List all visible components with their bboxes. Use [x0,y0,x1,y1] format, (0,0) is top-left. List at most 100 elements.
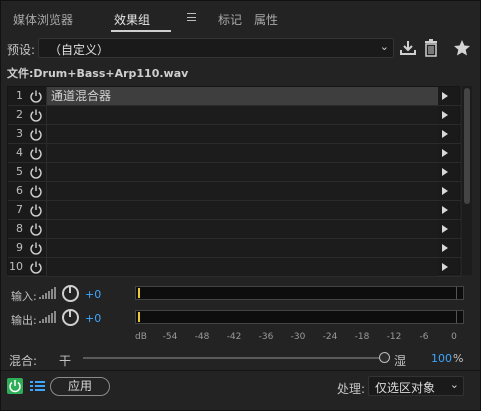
db-tick: -12 [386,332,402,342]
effect-slot[interactable] [46,106,438,124]
power-icon[interactable] [29,222,43,236]
db-tick: -42 [226,332,242,342]
slot-number: 3 [16,127,23,140]
active-tab-indicator [111,30,171,32]
list-view-icon[interactable] [29,378,46,394]
effect-slot[interactable] [46,144,438,162]
tab-properties[interactable]: 属性 [254,11,278,28]
rack-slot-row[interactable]: 5 [8,163,461,182]
power-icon[interactable] [29,184,43,198]
db-tick: -36 [258,332,274,342]
power-icon[interactable] [29,127,43,141]
rack-slot-row[interactable]: 3 [8,125,461,144]
slot-number: 7 [16,203,23,216]
slot-menu-arrow-icon[interactable] [442,168,448,176]
meter-peak-marker [138,312,140,322]
chevron-down-icon: ⌄ [449,378,459,391]
tab-media-browser[interactable]: 媒体浏览器 [13,11,73,28]
star-icon [454,40,470,56]
favorite-button[interactable] [452,38,472,58]
meter-peak-marker [138,288,140,298]
power-icon[interactable] [29,89,43,103]
power-icon[interactable] [29,108,43,122]
rack-slot-row[interactable]: 8 [8,220,461,239]
input-level-meter [135,286,464,300]
slot-menu-arrow-icon[interactable] [442,244,448,252]
rack-slot-row[interactable]: 10 [8,258,461,277]
process-dropdown[interactable]: 仅选区对象 ⌄ [368,376,464,396]
meter-clip-marker [456,311,457,323]
rack-slot-row[interactable]: 6 [8,182,461,201]
rack-slot-row[interactable]: 4 [8,144,461,163]
db-tick: -48 [194,332,210,342]
power-icon[interactable] [29,241,43,255]
db-tick: dB [135,332,147,342]
effects-rack-panel: 媒体浏览器 效果组 标记 属性 预设: （自定义） ⌄ 文件:Drum+Bass… [0,0,481,411]
mix-slider-thumb[interactable] [379,352,390,363]
mix-value[interactable]: 100 [431,352,452,365]
output-gain-value[interactable]: +0 [85,312,101,325]
panel-menu-icon[interactable] [187,13,196,21]
tab-markers[interactable]: 标记 [218,11,242,28]
slot-number: 9 [16,241,23,254]
preset-label: 预设: [7,43,36,57]
mix-wet-label: 湿 [394,354,407,368]
db-tick: -6 [419,332,429,342]
rack-scrollbar[interactable] [462,86,472,275]
slot-number: 4 [16,146,23,159]
slot-number: 8 [16,222,23,235]
output-label: 输出: [11,314,37,327]
signal-level-icon [39,311,56,323]
process-value: 仅选区对象 [375,381,436,395]
input-gain-knob[interactable] [62,285,79,302]
power-icon[interactable] [29,146,43,160]
slot-menu-arrow-icon[interactable] [442,187,448,195]
slot-number: 5 [16,165,23,178]
tab-effects-rack[interactable]: 效果组 [114,11,150,28]
slot-menu-arrow-icon[interactable] [442,130,448,138]
db-scale: dB -54 -48 -42 -36 -30 -24 -18 -12 -6 0 [135,332,464,346]
slot-menu-arrow-icon[interactable] [442,263,448,271]
effect-slot[interactable] [46,258,438,276]
scrollbar-thumb[interactable] [464,88,470,204]
trash-icon [425,39,437,57]
signal-level-icon [39,287,56,299]
rack-power-toggle[interactable] [7,378,23,394]
power-icon[interactable] [29,165,43,179]
effect-slot[interactable]: 通道混合器 [46,87,438,105]
power-icon[interactable] [29,260,43,274]
save-preset-button[interactable] [398,38,418,58]
slot-menu-arrow-icon[interactable] [442,149,448,157]
effect-slot[interactable] [46,163,438,181]
effect-slot[interactable] [46,220,438,238]
slot-number: 1 [16,89,23,102]
preset-dropdown[interactable]: （自定义） ⌄ [38,38,394,58]
rack-slot-row[interactable]: 1 通道混合器 [8,87,461,106]
slot-menu-arrow-icon[interactable] [442,225,448,233]
effect-slot[interactable] [46,239,438,257]
rack-slot-row[interactable]: 9 [8,239,461,258]
input-label: 输入: [11,290,37,303]
db-tick: -18 [354,332,370,342]
db-tick: -24 [322,332,338,342]
mix-slider-track[interactable] [83,357,383,359]
input-gain-value[interactable]: +0 [85,288,101,301]
process-label: 处理: [337,382,366,396]
apply-button[interactable]: 应用 [50,377,110,396]
meter-clip-marker [456,287,457,299]
delete-preset-button[interactable] [421,38,441,58]
power-icon[interactable] [29,203,43,217]
output-gain-knob[interactable] [62,309,79,326]
file-name: 文件:Drum+Bass+Arp110.wav [7,67,189,80]
effect-slot[interactable] [46,125,438,143]
effect-slot[interactable] [46,182,438,200]
chevron-down-icon: ⌄ [379,40,389,53]
rack-slot-row[interactable]: 7 [8,201,461,220]
slot-menu-arrow-icon[interactable] [442,92,448,100]
slot-number: 10 [9,260,23,273]
slot-menu-arrow-icon[interactable] [442,111,448,119]
rack-slot-row[interactable]: 2 [8,106,461,125]
slot-menu-arrow-icon[interactable] [442,206,448,214]
preset-value: （自定义） [49,43,110,57]
effect-slot[interactable] [46,201,438,219]
